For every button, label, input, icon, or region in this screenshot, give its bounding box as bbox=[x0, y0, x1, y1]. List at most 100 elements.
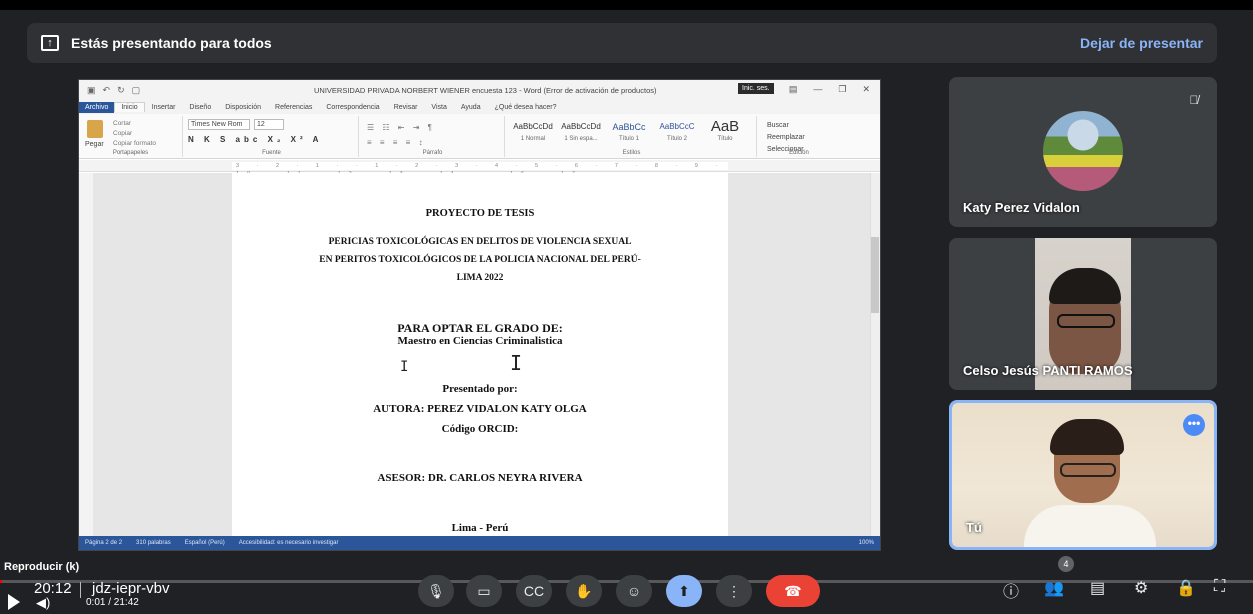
ribbon-options-icon[interactable]: ▤ bbox=[789, 84, 798, 95]
text-cursor-icon: I bbox=[400, 359, 409, 375]
doc-degree-1: PARA OPTAR EL GRADO DE: bbox=[397, 321, 563, 335]
tab-insertar[interactable]: Insertar bbox=[145, 104, 183, 111]
style-normal[interactable]: AaBbCcDd 1 Normal bbox=[512, 118, 554, 142]
font-group-label: Fuente bbox=[262, 150, 281, 156]
top-strip bbox=[0, 0, 1253, 10]
copy-button[interactable]: Copiar bbox=[113, 129, 156, 139]
ribbon-tabs: Archivo Inicio Insertar Diseño Disposici… bbox=[79, 100, 880, 114]
clipboard-group-label: Portapapeles bbox=[112, 150, 149, 156]
cut-button[interactable]: Cortar bbox=[113, 119, 156, 129]
new-doc-icon[interactable]: ▢ bbox=[132, 85, 141, 96]
more-options-button[interactable]: ••• bbox=[1183, 414, 1205, 436]
document-area[interactable]: PROYECTO DE TESIS PERICIAS TOXICOLÓGICAS… bbox=[79, 173, 880, 550]
document-page[interactable]: PROYECTO DE TESIS PERICIAS TOXICOLÓGICAS… bbox=[232, 173, 728, 550]
doc-title-line-1: PERICIAS TOXICOLÓGICAS EN DELITOS DE VIO… bbox=[328, 237, 632, 247]
volume-icon[interactable]: ◀) bbox=[36, 595, 50, 611]
paste-icon[interactable] bbox=[87, 120, 103, 138]
separator bbox=[80, 582, 81, 598]
minimize-icon[interactable]: — bbox=[813, 84, 822, 95]
undo-icon[interactable]: ↶ bbox=[103, 85, 111, 96]
style-heading-1[interactable]: AaBbCc Título 1 bbox=[608, 118, 650, 142]
doc-title-line-3: LIMA 2022 bbox=[456, 273, 504, 283]
font-size-select[interactable]: 12 bbox=[254, 119, 284, 130]
format-painter-button[interactable]: Copiar formato bbox=[113, 139, 156, 149]
mic-off-icon: 🎙̸ bbox=[1189, 93, 1199, 107]
present-now-button[interactable]: ⬆ bbox=[666, 575, 702, 607]
activities-icon[interactable]: ⚙ bbox=[1134, 578, 1148, 598]
save-icon[interactable]: ▣ bbox=[87, 85, 96, 96]
emoji-button[interactable]: ☺ bbox=[616, 575, 652, 607]
tab-vista[interactable]: Vista bbox=[424, 104, 453, 111]
doc-presented: Presentado por: bbox=[442, 383, 518, 395]
editing-group-label: Edición bbox=[789, 150, 809, 156]
presenting-banner: ↑ Estás presentando para todos Dejar de … bbox=[27, 23, 1217, 63]
page-count[interactable]: Página 2 de 2 bbox=[85, 540, 122, 546]
participant-name: Celso Jesús PANTI RAMOS bbox=[963, 363, 1133, 378]
host-controls-icon[interactable]: 🔒 bbox=[1176, 578, 1196, 598]
doc-author: AUTORA: PEREZ VIDALON KATY OLGA bbox=[373, 403, 587, 415]
tab-archivo[interactable]: Archivo bbox=[79, 101, 115, 113]
participant-name: Tú bbox=[966, 520, 982, 535]
paste-button[interactable]: Pegar bbox=[85, 141, 104, 148]
paragraph-group-label: Párrafo bbox=[422, 150, 443, 156]
clipboard-group: Pegar Cortar Copiar Copiar formato Porta… bbox=[79, 116, 183, 157]
word-count[interactable]: 310 palabras bbox=[136, 540, 171, 546]
people-icon[interactable]: 👥 bbox=[1044, 578, 1064, 598]
meeting-code: jdz-iepr-vbv bbox=[92, 580, 170, 597]
fullscreen-icon[interactable]: ⛶ bbox=[1214, 578, 1225, 596]
participant-name: Katy Perez Vidalon bbox=[963, 200, 1080, 215]
editing-group: Buscar Reemplazar Seleccionar Edición bbox=[759, 116, 839, 157]
tell-me-search[interactable]: ¿Qué desea hacer? bbox=[488, 104, 564, 111]
word-status-bar: Página 2 de 2 310 palabras Español (Perú… bbox=[79, 536, 880, 550]
play-icon[interactable] bbox=[8, 594, 20, 610]
captions-button[interactable]: CC bbox=[516, 575, 552, 607]
format-buttons[interactable]: N K S abc X₂ X² A bbox=[188, 135, 322, 144]
tab-diseno[interactable]: Diseño bbox=[182, 104, 218, 111]
camera-button[interactable]: ▭ bbox=[466, 575, 502, 607]
end-call-button[interactable]: ☎ bbox=[766, 575, 820, 607]
doc-title-line-2: EN PERITOS TOXICOLÓGICOS DE LA POLICIA N… bbox=[319, 255, 641, 265]
style-no-spacing[interactable]: AaBbCcDd 1 Sin espa... bbox=[560, 118, 602, 142]
zoom-level[interactable]: 100% bbox=[859, 540, 880, 546]
paragraph-buttons[interactable]: ☰ ☷ ⇤ ⇥ ¶ ≡ ≡ ≡ ≡ ↕ bbox=[367, 120, 435, 150]
participant-count-badge: 4 bbox=[1058, 556, 1074, 572]
font-name-select[interactable]: Times New Rom bbox=[188, 119, 250, 130]
participant-tile-self[interactable]: ••• Tú bbox=[949, 400, 1217, 550]
tab-referencias[interactable]: Referencias bbox=[268, 104, 319, 111]
word-title-bar: ▣ ↶ ↻ ▢ UNIVERSIDAD PRIVADA NORBERT WIEN… bbox=[79, 80, 880, 100]
raise-hand-button[interactable]: ✋ bbox=[566, 575, 602, 607]
more-actions-button[interactable]: ⋮ bbox=[716, 575, 752, 607]
styles-group: AaBbCcDd 1 Normal AaBbCcDd 1 Sin espa... A… bbox=[507, 116, 757, 157]
player-controls: Reproducir (k) 20:12 jdz-iepr-vbv ◀) 0:0… bbox=[0, 556, 1253, 614]
style-heading-2[interactable]: AaBbCcC Título 2 bbox=[656, 118, 698, 142]
redo-icon[interactable]: ↻ bbox=[117, 85, 125, 96]
info-icon[interactable]: ⓘ bbox=[1003, 578, 1019, 602]
participant-tile-celso[interactable]: Celso Jesús PANTI RAMOS bbox=[949, 238, 1217, 390]
stop-presenting-button[interactable]: Dejar de presentar bbox=[1080, 35, 1203, 51]
vertical-scrollbar[interactable] bbox=[870, 173, 880, 536]
restore-icon[interactable]: ❐ bbox=[838, 84, 846, 95]
replace-button[interactable]: Reemplazar bbox=[767, 132, 805, 144]
scrollbar-thumb[interactable] bbox=[871, 237, 879, 313]
tab-correspondencia[interactable]: Correspondencia bbox=[319, 104, 386, 111]
accessibility-status[interactable]: Accesibilidad: es necesario investigar bbox=[239, 540, 339, 546]
close-icon[interactable]: ✕ bbox=[862, 84, 870, 95]
present-screen-icon: ↑ bbox=[41, 35, 59, 51]
word-window: ▣ ↶ ↻ ▢ UNIVERSIDAD PRIVADA NORBERT WIEN… bbox=[79, 80, 880, 550]
tab-ayuda[interactable]: Ayuda bbox=[454, 104, 488, 111]
sign-in-button[interactable]: Inic. ses. bbox=[738, 83, 774, 94]
doc-degree-2: Maestro en Ciencias Criminalistica bbox=[397, 335, 563, 347]
language-status[interactable]: Español (Perú) bbox=[185, 540, 225, 546]
tab-revisar[interactable]: Revisar bbox=[387, 104, 425, 111]
document-title: UNIVERSIDAD PRIVADA NORBERT WIENER encue… bbox=[314, 86, 657, 95]
self-video bbox=[952, 403, 1214, 547]
participant-tile-katy[interactable]: 🎙̸ Katy Perez Vidalon bbox=[949, 77, 1217, 227]
chat-icon[interactable]: ▤ bbox=[1090, 578, 1105, 598]
tab-inicio[interactable]: Inicio bbox=[114, 102, 145, 112]
play-tooltip: Reproducir (k) bbox=[4, 561, 80, 573]
style-title[interactable]: AaB Título bbox=[704, 118, 746, 142]
find-button[interactable]: Buscar bbox=[767, 120, 805, 132]
tab-disposicion[interactable]: Disposición bbox=[218, 104, 268, 111]
microphone-button[interactable]: 🎙 bbox=[418, 575, 454, 607]
paragraph-group: ☰ ☷ ⇤ ⇥ ¶ ≡ ≡ ≡ ≡ ↕ Párrafo bbox=[361, 116, 505, 157]
